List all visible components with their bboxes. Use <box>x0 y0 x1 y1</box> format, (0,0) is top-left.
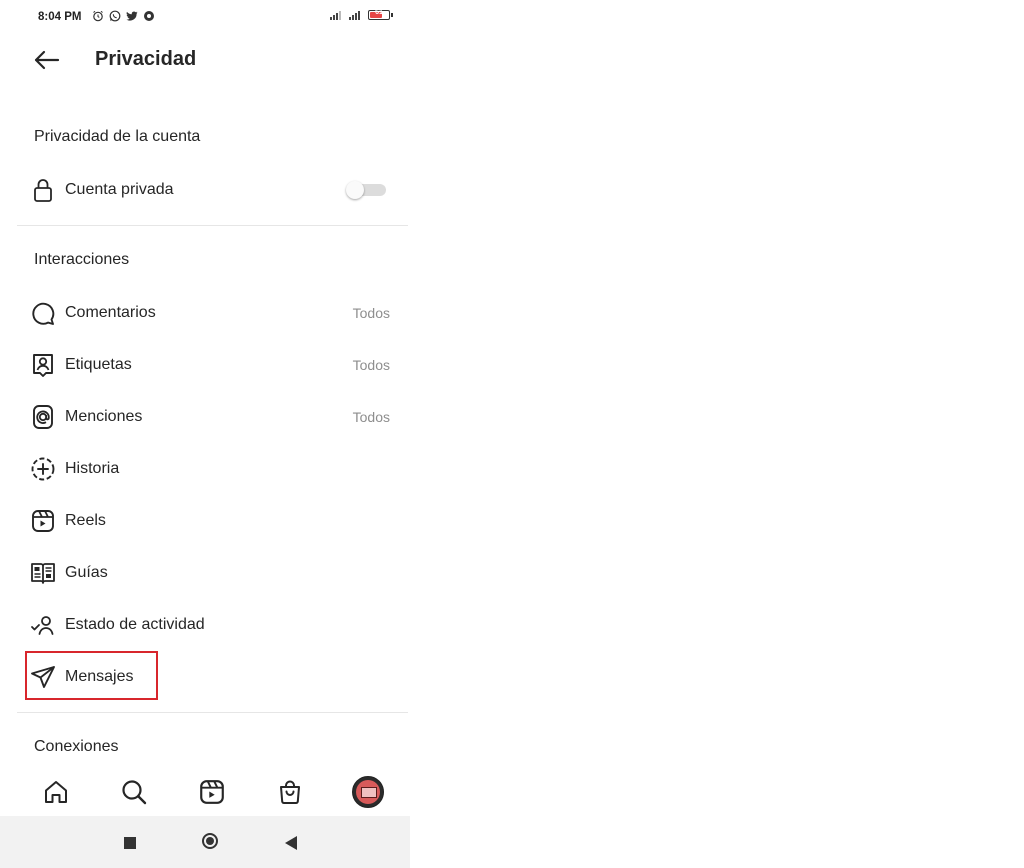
home-icon <box>45 781 67 803</box>
activity-status-icon <box>30 612 56 638</box>
menu-item-activity-status[interactable]: Estado de actividad <box>30 605 390 645</box>
system-nav-bar <box>0 816 410 868</box>
back-nav-button[interactable] <box>285 836 297 850</box>
section-title-connections: Conexiones <box>34 738 119 755</box>
nav-home[interactable] <box>39 775 73 809</box>
section-title-interactions: Interacciones <box>34 251 130 268</box>
home-button[interactable] <box>202 833 218 849</box>
menu-item-label: Historia <box>65 460 120 477</box>
alarm-icon <box>93 10 103 22</box>
section-title-account-privacy: Privacidad de la cuenta <box>34 128 201 145</box>
system-icons: 61 <box>330 9 393 20</box>
private-account-row[interactable]: Cuenta privada <box>30 170 390 210</box>
menu-item-value: Todos <box>352 305 390 321</box>
page-title: Privacidad <box>95 48 197 70</box>
reels-icon <box>200 780 224 804</box>
top-bar: Privacidad <box>0 40 410 84</box>
divider <box>17 712 408 713</box>
status-time: 8:04 PM <box>38 11 82 23</box>
battery-icon: 61 <box>368 9 393 20</box>
comment-icon <box>30 300 56 326</box>
reels-icon <box>30 508 56 534</box>
twitter-icon <box>126 10 138 21</box>
menu-item-guides[interactable]: Guías <box>30 553 390 593</box>
toggle-knob <box>346 181 364 199</box>
story-add-icon <box>30 456 56 482</box>
nav-profile[interactable] <box>351 775 385 809</box>
menu-item-story[interactable]: Historia <box>30 449 390 489</box>
highlight-box <box>25 651 158 700</box>
battery-level: 61 <box>375 9 383 16</box>
lock-icon <box>30 177 56 203</box>
back-button[interactable] <box>32 48 60 72</box>
menu-item-reels[interactable]: Reels <box>30 501 390 541</box>
menu-item-label: Guías <box>65 564 108 581</box>
nav-reels[interactable] <box>195 775 229 809</box>
notification-icons <box>92 10 155 22</box>
shop-icon <box>280 780 300 804</box>
menu-item-label: Etiquetas <box>65 356 132 373</box>
nav-shop[interactable] <box>273 775 307 809</box>
menu-item-label: Reels <box>65 512 106 529</box>
nav-search[interactable] <box>117 775 151 809</box>
menu-item-label: Menciones <box>65 408 143 425</box>
private-account-label: Cuenta privada <box>65 181 174 198</box>
at-sign-icon <box>30 404 56 430</box>
menu-item-value: Todos <box>352 409 390 425</box>
private-account-toggle[interactable] <box>346 181 388 199</box>
bottom-nav <box>0 766 410 816</box>
menu-item-tags[interactable]: Etiquetas Todos <box>30 345 390 385</box>
browser-icon <box>144 11 154 21</box>
menu-item-value: Todos <box>352 357 390 373</box>
tag-person-icon <box>30 352 56 378</box>
recent-apps-button[interactable] <box>124 837 136 849</box>
menu-item-mentions[interactable]: Menciones Todos <box>30 397 390 437</box>
signal-icon <box>330 10 341 20</box>
arrow-left-icon <box>34 50 60 70</box>
profile-avatar <box>352 776 384 808</box>
menu-item-label: Comentarios <box>65 304 156 321</box>
phone-screen: 8:04 PM 61 Privacidad Privacidad de la c… <box>0 0 410 868</box>
whatsapp-icon <box>109 10 121 22</box>
menu-item-label: Estado de actividad <box>65 616 205 633</box>
signal-icon-2 <box>349 10 360 20</box>
menu-item-comments[interactable]: Comentarios Todos <box>30 293 390 333</box>
status-bar: 8:04 PM 61 <box>38 9 393 29</box>
search-icon <box>122 780 147 805</box>
divider <box>17 225 408 226</box>
guides-icon <box>30 560 56 586</box>
